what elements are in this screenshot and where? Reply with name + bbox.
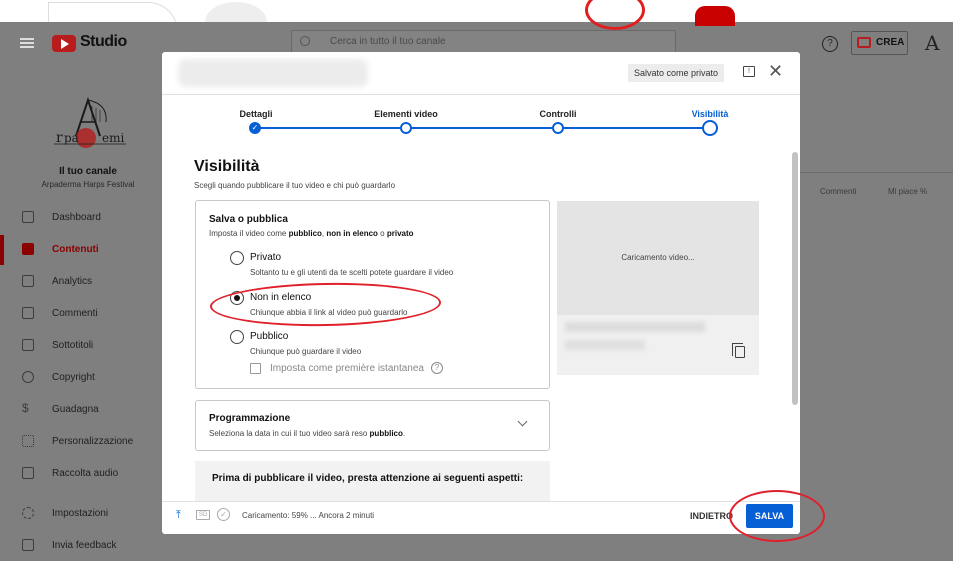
sidebar-item-comments[interactable]: Commenti [0,299,176,329]
help-icon[interactable]: ? [431,362,443,374]
copy-link-icon[interactable] [732,343,745,358]
your-channel-label: Il tuo canale [59,166,117,177]
sidebar-item-earn[interactable]: $ Guadagna [0,395,176,425]
radio-public[interactable] [230,330,244,344]
save-publish-description: Imposta il video come pubblico, non in e… [209,229,414,238]
sidebar-item-label: Raccolta audio [52,468,119,479]
sidebar-item-copyright[interactable]: Copyright [0,363,176,393]
sidebar-item-label: Dashboard [52,212,101,223]
sidebar-item-send-feedback[interactable]: Invia feedback [0,531,176,561]
create-video-icon [857,37,871,48]
step-dot[interactable] [552,122,564,134]
visibility-subtitle: Scegli quando pubblicare il tuo video e … [194,181,396,190]
svg-text:emi: emi [102,131,124,145]
sidebar-item-audio-library[interactable]: Raccolta audio [0,459,176,489]
account-avatar[interactable]: A [925,31,939,55]
checks-status-icon: ✓ [217,508,230,521]
channel-name: Arpaderma Harps Festival [41,180,135,189]
saved-status-badge: Salvato come privato [628,64,725,82]
sidebar-item-label: Guadagna [52,404,99,415]
sidebar-item-label: Personalizzazione [52,436,134,447]
sd-quality-icon: SD [196,510,210,520]
youtube-logo-icon[interactable] [52,35,76,52]
search-placeholder: Cerca in tutto il tuo canale [330,36,446,47]
feedback-icon [22,539,34,551]
sidebar-item-label: Sottotitoli [52,340,94,351]
table-header-likes: Mi piace % [888,187,928,196]
schedule-card[interactable] [195,400,550,451]
sidebar-item-content[interactable]: Contenuti [0,235,176,265]
copyright-icon [22,371,34,383]
schedule-title: Programmazione [209,413,291,424]
video-title-blurred [178,59,368,87]
filename-blurred [565,340,645,350]
sidebar-item-settings[interactable]: Impostazioni [0,499,176,529]
search-icon [300,36,310,46]
audio-library-icon [22,467,34,479]
step-visibility-label[interactable]: Visibilità [655,109,765,119]
annotation-ellipse [729,490,825,542]
svg-text:pa: pa [64,131,79,145]
annotation-mark [695,6,735,26]
sidebar-item-subtitles[interactable]: Sottotitoli [0,331,176,361]
sidebar-item-label: Impostazioni [52,508,109,519]
settings-icon [22,507,34,519]
option-public-desc: Chiunque può guardare il video [250,347,362,356]
create-button-label: CREA [876,37,905,48]
step-checks-label[interactable]: Controlli [503,109,613,119]
close-icon[interactable]: ✕ [768,61,783,82]
step-details-label[interactable]: Dettagli [201,109,311,119]
save-publish-title: Salva o pubblica [209,214,288,225]
visibility-title: Visibilità [194,158,260,175]
sidebar-item-label: Contenuti [52,244,99,255]
help-icon[interactable]: ? [822,36,838,52]
comments-icon [22,307,34,319]
table-header-divider [796,172,953,173]
step-dot[interactable] [400,122,412,134]
analytics-icon [22,275,34,287]
option-public-label[interactable]: Pubblico [250,331,288,342]
sidebar-item-customization[interactable]: Personalizzazione [0,427,176,457]
sidebar-item-label: Analytics [52,276,93,287]
dialog-footer-divider [162,501,800,502]
step-current-dot[interactable] [702,120,718,136]
hamburger-menu-icon[interactable] [20,38,34,48]
upload-status-text: Caricamento: 59% ... Ancora 2 minuti [242,511,375,520]
sidebar-item-dashboard[interactable]: Dashboard [0,203,176,233]
step-done-check-icon[interactable]: ✓ [249,122,261,134]
video-loading-text: Caricamento video... [621,253,695,262]
prepublish-checklist-title: Prima di pubblicare il video, presta att… [212,473,524,484]
table-header-comments: Commenti [820,187,857,196]
option-private-desc: Soltanto tu e gli utenti da te scelti po… [250,268,454,277]
dialog-header-divider [162,94,800,95]
stepper-track [256,127,706,129]
studio-logo-text[interactable]: Studio [80,33,127,51]
dashboard-icon [22,211,34,223]
customization-icon [22,435,34,447]
premiere-label[interactable]: Imposta come première istantanea [270,363,424,374]
subtitles-icon [22,339,34,351]
video-link-blurred [565,322,705,332]
schedule-description: Seleziona la data in cui il tuo video sa… [209,429,406,438]
sidebar-item-analytics[interactable]: Analytics [0,267,176,297]
step-video-elements-label[interactable]: Elementi video [351,109,461,119]
premiere-checkbox[interactable] [250,363,261,374]
sidebar-item-label: Invia feedback [52,540,117,551]
content-icon [22,243,34,255]
sidebar-item-label: Copyright [52,372,95,383]
report-issue-icon[interactable]: ! [743,66,755,77]
sidebar-item-label: Commenti [52,308,98,319]
option-private-label[interactable]: Privato [250,252,281,263]
monetization-icon: $ [22,401,29,415]
channel-logo[interactable]: r pa emi [50,92,130,156]
upload-arrow-icon: ⤒ [176,509,181,521]
back-button[interactable]: INDIETRO [690,511,733,521]
dialog-scrollbar[interactable] [792,152,798,405]
radio-private[interactable] [230,251,244,265]
